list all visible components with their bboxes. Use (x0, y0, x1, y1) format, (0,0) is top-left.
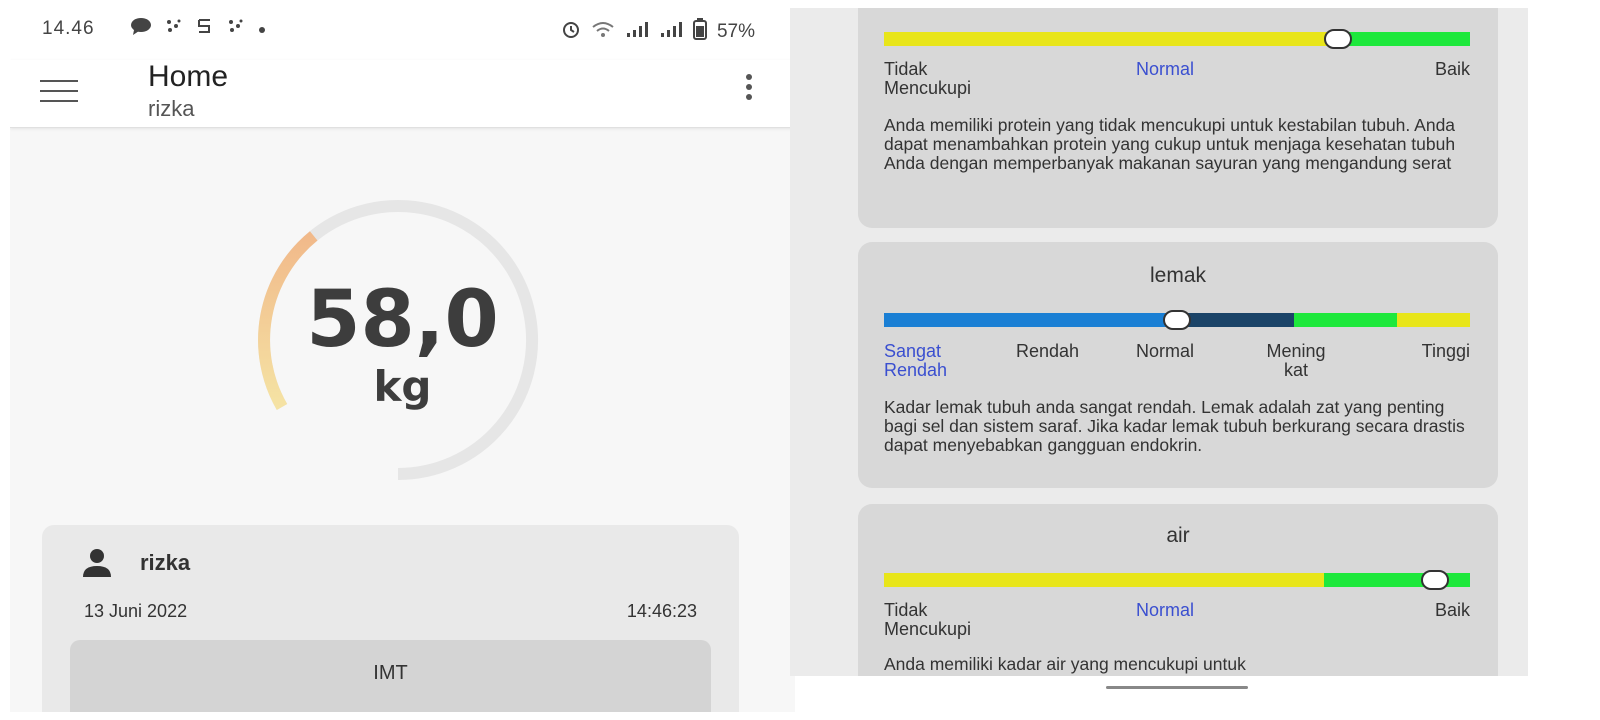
home-screen: 14.46 57% Home rizka 58,0 kg rizka 13 Ju… (10, 0, 795, 712)
lemak-bar-segment (1177, 313, 1295, 327)
lemak-title: lemak (1149, 264, 1207, 287)
protein-description: Anda memiliki protein yang tidak mencuku… (884, 115, 1456, 173)
imt-button-label: IMT (373, 662, 408, 684)
status-time: 14.46 (42, 18, 95, 39)
wifi-icon (591, 20, 615, 43)
air-bar (884, 573, 1470, 587)
protein-bar-segment (884, 32, 1342, 46)
protein-label-high: Baik (1434, 59, 1470, 79)
system-icons: 57% (561, 18, 755, 45)
air-bar-segment (884, 573, 1324, 587)
protein-label-normal: Normal (1136, 59, 1195, 79)
lemak-label-high: Tinggi (1421, 341, 1470, 361)
weight-unit: kg (373, 362, 432, 411)
dot-icon (258, 19, 266, 39)
lemak-label-increasing: Mening kat (1266, 341, 1326, 380)
record-time: 14:46:23 (626, 601, 697, 621)
page-title: Home (148, 60, 229, 93)
lemak-bar-segment (1294, 313, 1397, 327)
protein-indicator (1324, 29, 1353, 49)
weight-value: 58,0 (306, 275, 499, 365)
lemak-panel: lemak Sangat Rendah Rendah Normal Mening… (858, 242, 1498, 488)
home-indicator[interactable] (1106, 686, 1248, 689)
lemak-bar-segment (884, 313, 1177, 327)
battery-percent: 57% (716, 20, 755, 42)
alarm-icon (561, 19, 581, 44)
lemak-label-low: Rendah (1016, 341, 1080, 361)
measurement-card: rizka 13 Juni 2022 14:46:23 IMT (42, 525, 739, 712)
signal-icon (659, 21, 683, 42)
air-indicator (1420, 570, 1449, 590)
lemak-bar-segment (1396, 313, 1470, 327)
lemak-indicator (1163, 310, 1191, 330)
chat-icon (130, 17, 152, 40)
protein-bar (884, 32, 1470, 46)
dots-icon (164, 18, 184, 39)
air-label-low: Tidak Mencukupi (884, 600, 972, 639)
lemak-label-very-low: Sangat Rendah (884, 341, 948, 380)
imt-button[interactable]: IMT (70, 640, 711, 712)
s-icon (196, 17, 214, 40)
battery-icon (692, 18, 707, 45)
protein-bar-segment (1341, 32, 1470, 46)
notification-icons (130, 17, 266, 40)
more-options-icon[interactable] (741, 74, 757, 104)
status-bar: 14.46 57% (10, 0, 795, 60)
body-composition-screen[interactable]: Tidak Mencukupi Normal Baik Anda memilik… (790, 8, 1528, 676)
protein-label-low: Tidak Mencukupi (884, 59, 972, 98)
lemak-label-normal: Normal (1136, 341, 1195, 361)
air-label-high: Baik (1434, 600, 1470, 620)
signal-icon (625, 21, 649, 42)
app-bar: Home rizka (10, 60, 795, 128)
lemak-description: Kadar lemak tubuh anda sangat rendah. Le… (884, 397, 1465, 455)
menu-icon[interactable] (40, 80, 78, 104)
record-date: 13 Juni 2022 (84, 601, 188, 621)
dots-icon (226, 18, 246, 39)
air-description: Anda memiliki kadar air yang mencukupi u… (884, 654, 1246, 674)
protein-panel: Tidak Mencukupi Normal Baik Anda memilik… (858, 8, 1498, 228)
user-name: rizka (140, 550, 191, 575)
air-title: air (1166, 524, 1190, 547)
page-subtitle: rizka (148, 96, 195, 121)
person-icon (83, 549, 111, 577)
air-panel: air Tidak Mencukupi Normal Baik Anda mem… (858, 504, 1498, 676)
air-label-normal: Normal (1136, 600, 1195, 620)
